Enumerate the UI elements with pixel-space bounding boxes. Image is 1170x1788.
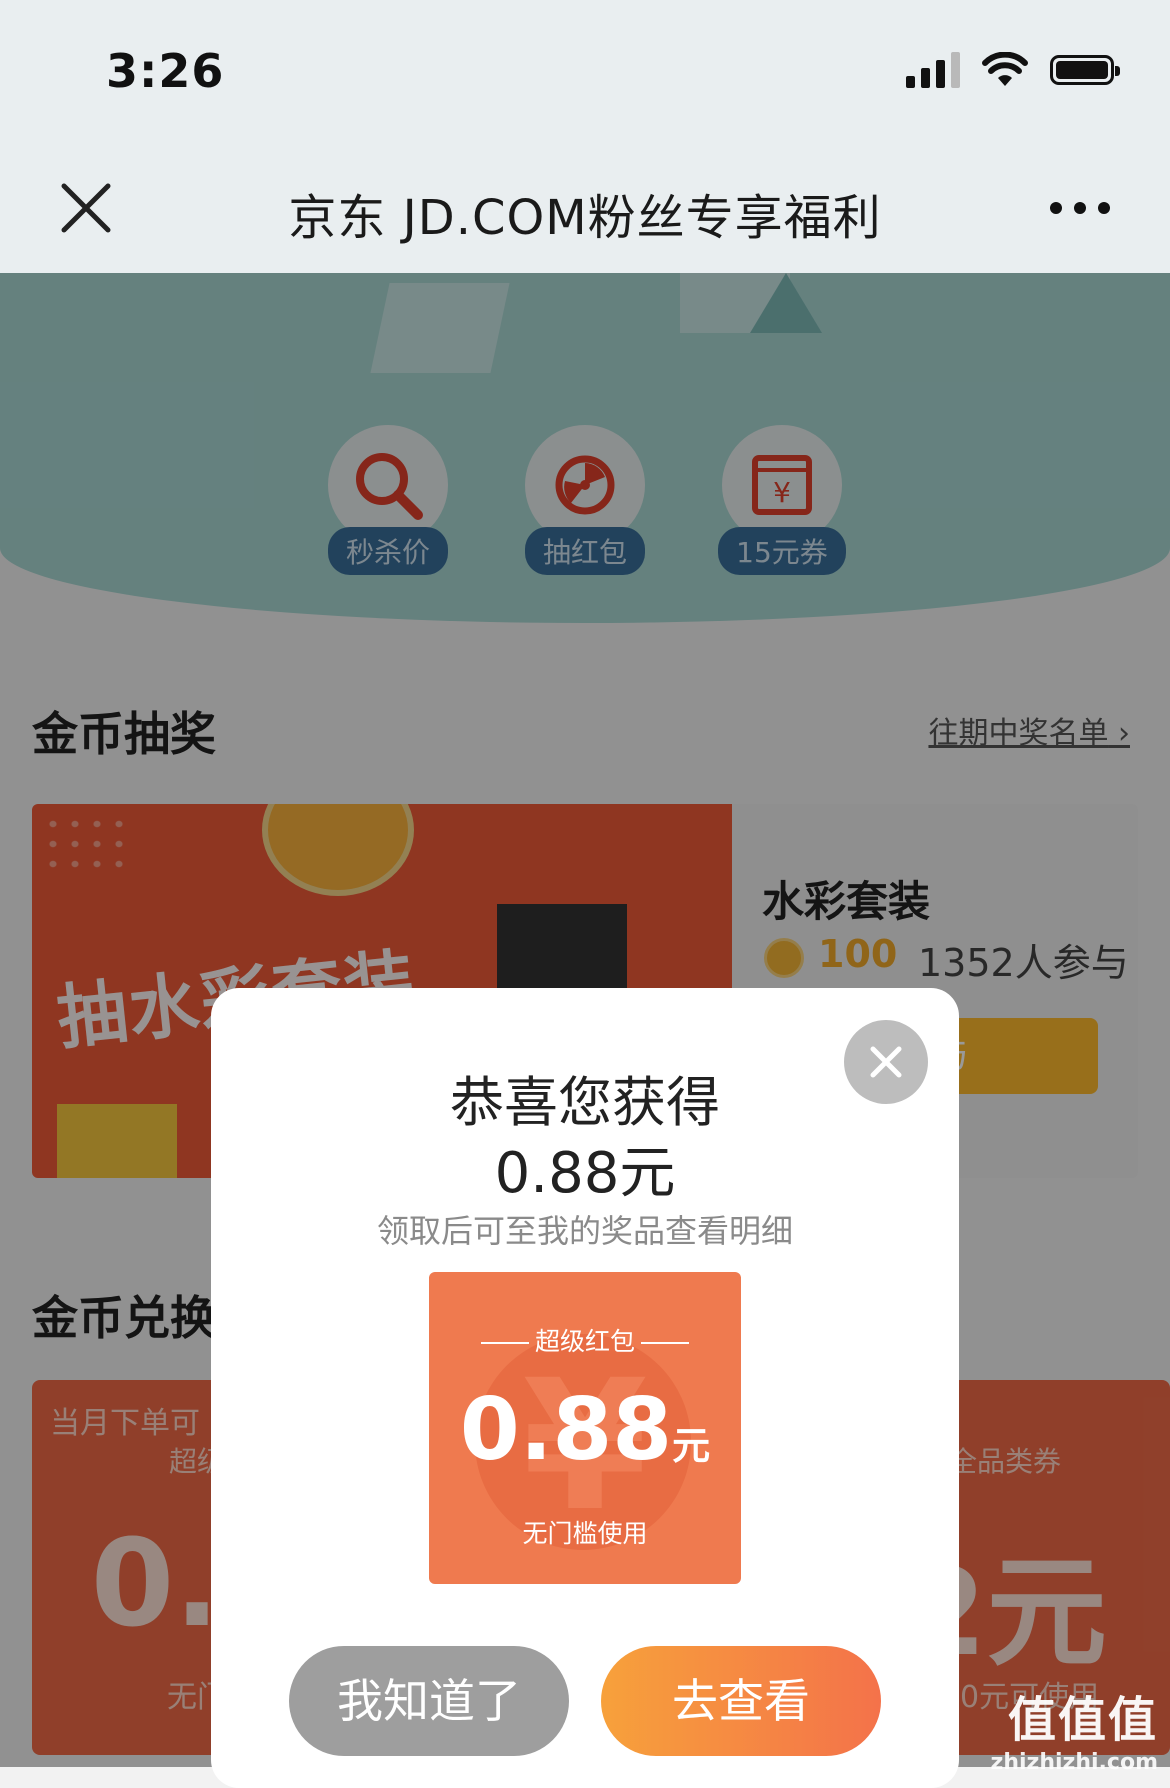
modal-title: 恭喜您获得 <box>450 1071 720 1134</box>
more-icon[interactable] <box>1050 202 1110 214</box>
prize-modal: 恭喜您获得 0.88元 领取后可至我的奖品查看明细 ¥ 超级红包 0.88元 无… <box>211 988 959 1788</box>
wifi-icon <box>982 52 1028 86</box>
coupon-value: 0.88元 <box>429 1380 741 1480</box>
watermark-logo: 值值值 <box>1007 1692 1158 1748</box>
coupon-value-number: 0.88 <box>459 1380 673 1480</box>
modal-amount: 0.88元 <box>494 1141 676 1206</box>
view-button[interactable]: 去查看 <box>601 1646 881 1756</box>
modal-hint: 领取后可至我的奖品查看明细 <box>376 1212 793 1250</box>
coupon-value-unit: 元 <box>672 1424 711 1468</box>
got-it-button[interactable]: 我知道了 <box>289 1646 569 1756</box>
nav-bar: 京东 JD.COM粉丝专享福利 <box>0 150 1170 273</box>
status-time: 3:26 <box>106 44 225 98</box>
red-packet-coupon: ¥ 超级红包 0.88元 无门槛使用 <box>429 1272 741 1584</box>
watermark: 值值值 zhizhizhi.com <box>991 1680 1158 1775</box>
status-icons <box>906 52 1120 88</box>
cellular-signal-icon <box>906 52 960 88</box>
page-title: 京东 JD.COM粉丝专享福利 <box>288 190 882 246</box>
watermark-url: zhizhizhi.com <box>990 1750 1158 1775</box>
coupon-note: 无门槛使用 <box>522 1519 648 1548</box>
coupon-type: 超级红包 <box>429 1322 741 1358</box>
status-bar: 3:26 <box>0 0 1170 150</box>
battery-icon <box>1050 55 1120 85</box>
